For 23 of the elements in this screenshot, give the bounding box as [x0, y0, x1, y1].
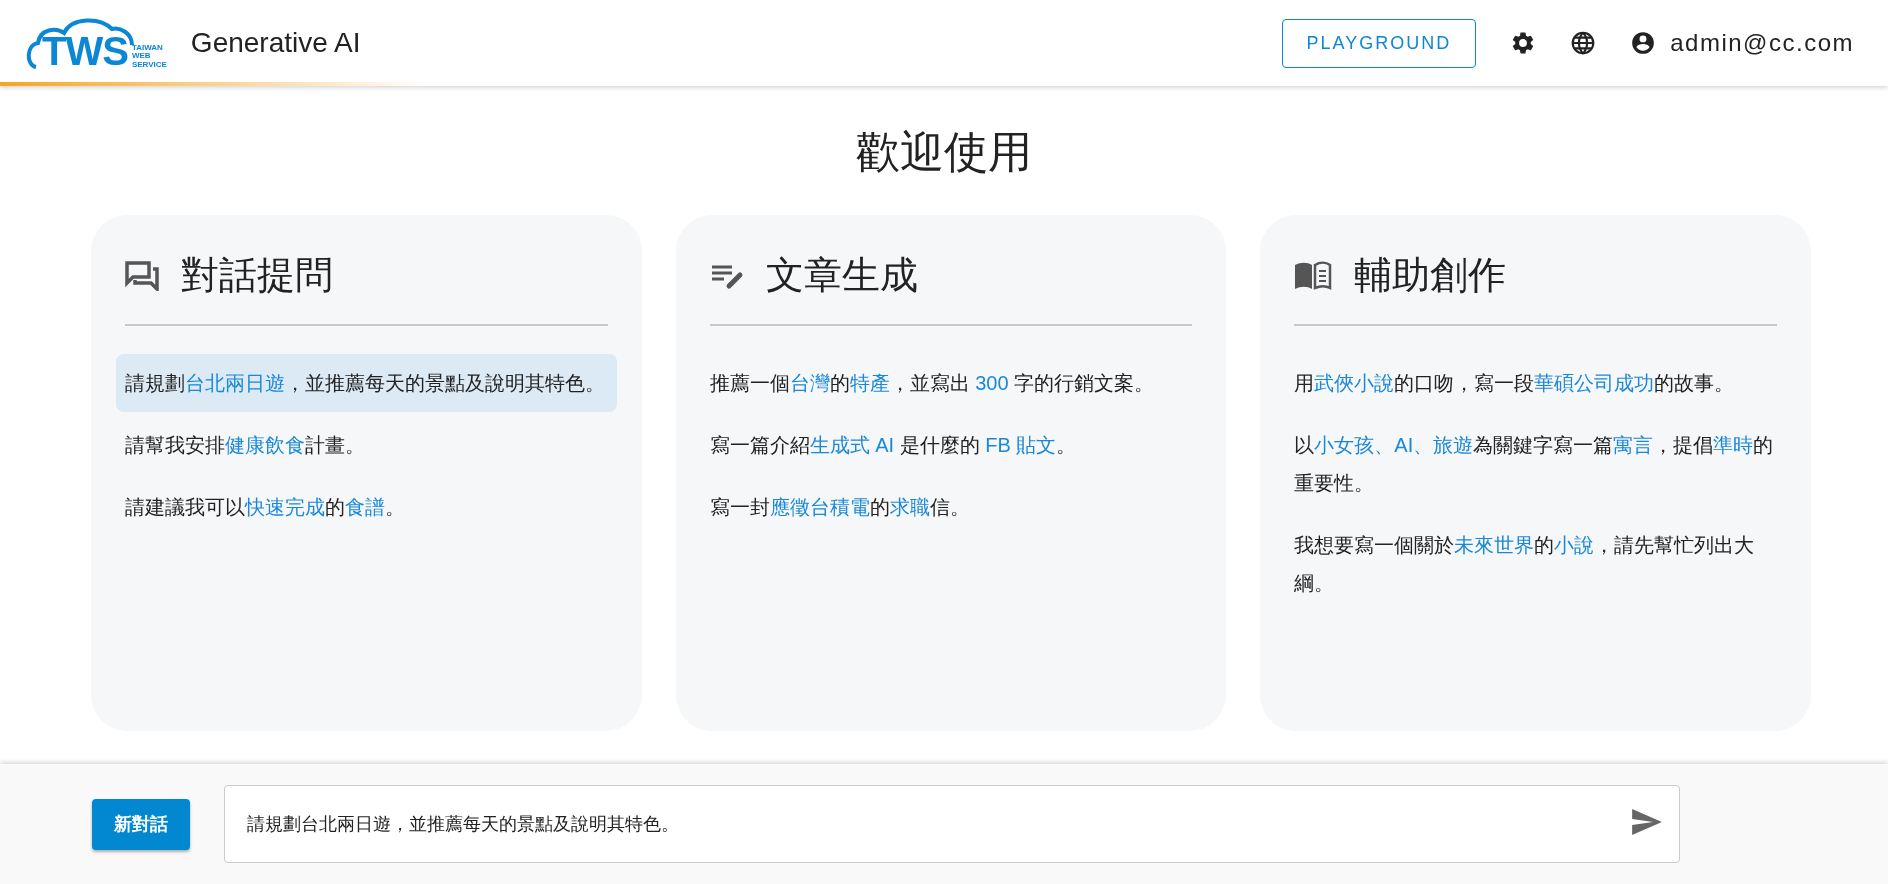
prompt-suggestion[interactable]: 以小女孩、AI、旅遊為關鍵字寫一篇寓言，提倡準時的重要性。	[1285, 416, 1786, 513]
app-title: Generative AI	[190, 26, 361, 60]
prompt-suggestion[interactable]: 請幫我安排健康飲食計畫。	[116, 416, 617, 475]
prompt-suggestion[interactable]: 用武俠小說的口吻，寫一段華碩公司成功的故事。	[1285, 354, 1786, 413]
prompt-suggestion[interactable]: 寫一篇介紹生成式 AI 是什麼的 FB 貼文。	[700, 416, 1202, 475]
chat-icon	[125, 260, 159, 291]
globe-icon[interactable]	[1570, 30, 1597, 56]
book-icon	[1294, 260, 1333, 291]
user-email[interactable]: admin@cc.com	[1670, 25, 1854, 61]
message-input[interactable]: 請規劃台北兩日遊，並推薦每天的景點及說明其特色。	[224, 785, 1680, 863]
card-title: 對話提問	[181, 252, 333, 298]
playground-button[interactable]: PLAYGROUND	[1281, 18, 1477, 68]
prompt-suggestion[interactable]: 寫一封應徵台積電的求職信。	[700, 478, 1202, 537]
welcome-heading: 歡迎使用	[855, 126, 1033, 178]
send-icon[interactable]	[1632, 809, 1662, 835]
prompt-suggestion[interactable]: 請建議我可以快速完成的食譜。	[116, 478, 617, 537]
prompt-suggestion[interactable]: 推薦一個台灣的特產，並寫出 300 字的行銷文案。	[700, 354, 1202, 413]
prompt-suggestion[interactable]: 我想要寫一個關於未來世界的小說，請先幫忙列出大綱。	[1285, 516, 1786, 613]
new-chat-button[interactable]: 新對話	[92, 798, 190, 850]
user-icon[interactable]	[1630, 30, 1657, 56]
card-title: 文章生成	[765, 252, 918, 298]
prompt-suggestion[interactable]: 請規劃台北兩日遊，並推薦每天的景點及說明其特色。	[116, 354, 617, 413]
card-title: 輔助創作	[1354, 252, 1507, 298]
